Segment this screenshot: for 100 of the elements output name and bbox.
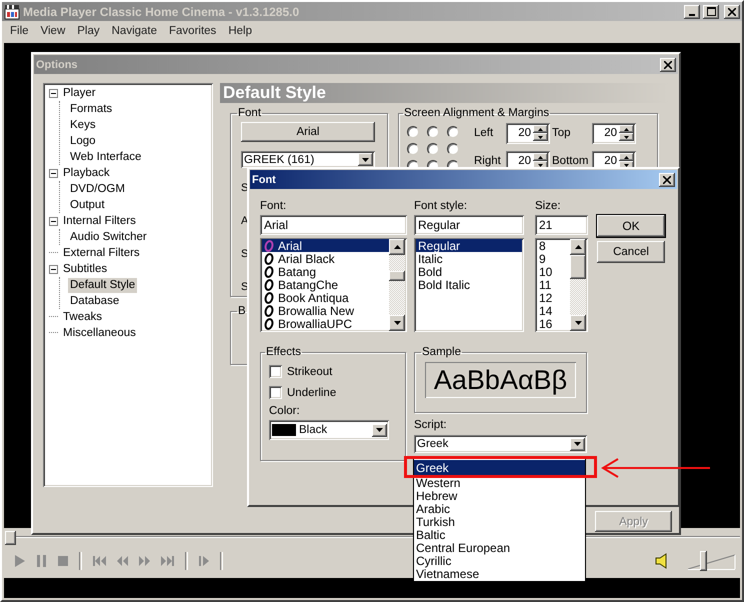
font-list-item[interactable]: Book Antiqua: [262, 291, 389, 304]
script-option[interactable]: Western: [414, 477, 585, 490]
font-size-item[interactable]: 14: [537, 304, 570, 317]
volume-slider[interactable]: [688, 551, 736, 571]
font-list-item[interactable]: Batang: [262, 265, 389, 278]
font-size-item[interactable]: 9: [537, 252, 570, 265]
menu-item[interactable]: Help: [222, 25, 258, 37]
position-radio[interactable]: [447, 143, 459, 155]
font-button[interactable]: Arial: [241, 122, 375, 142]
font-size-item[interactable]: 12: [537, 291, 570, 304]
checkbox[interactable]: [269, 386, 282, 399]
margin-label: Right: [473, 155, 502, 167]
tree-item[interactable]: Miscellaneous: [61, 326, 138, 340]
field-label: Color:: [269, 405, 301, 418]
close-button[interactable]: [659, 172, 675, 186]
font-style-item[interactable]: Regular: [416, 239, 522, 252]
tree-item[interactable]: Formats: [68, 102, 114, 116]
menu-item[interactable]: Play: [71, 25, 106, 37]
up-arrow-icon: [574, 245, 582, 249]
charset-dropdown[interactable]: GREEK (161): [241, 151, 375, 168]
menu-item[interactable]: View: [34, 25, 72, 37]
menu-item[interactable]: Navigate: [106, 25, 164, 37]
position-radio[interactable]: [427, 126, 439, 138]
color-dropdown[interactable]: Black: [269, 420, 389, 440]
minimize-icon: [689, 14, 695, 16]
font-list-item[interactable]: Arial Black: [262, 252, 389, 265]
font-size-item[interactable]: 10: [537, 265, 570, 278]
font-list-item[interactable]: Arial: [262, 239, 389, 252]
scrollbar[interactable]: [570, 239, 586, 331]
collapse-icon[interactable]: [49, 264, 58, 274]
script-option[interactable]: Baltic: [414, 529, 585, 542]
collapse-icon[interactable]: [49, 88, 58, 98]
position-radio[interactable]: [407, 143, 419, 155]
menu-item[interactable]: Favorites: [163, 25, 222, 37]
font-type-icon: [264, 292, 274, 304]
volume-thumb[interactable]: [700, 551, 708, 571]
font-list-item[interactable]: Browallia New: [262, 304, 389, 317]
seek-thumb[interactable]: [5, 531, 16, 545]
tree-item[interactable]: Audio Switcher: [68, 230, 149, 244]
tree-item[interactable]: Player: [61, 86, 98, 100]
font-size-field[interactable]: 21: [535, 215, 588, 235]
checkbox[interactable]: [269, 365, 282, 378]
position-radio[interactable]: [407, 126, 419, 138]
script-option[interactable]: Turkish: [414, 516, 585, 529]
up-arrow-icon: [538, 128, 543, 130]
font-list-item[interactable]: BrowalliaUPC: [262, 317, 389, 330]
checkbox-label: Strikeout: [287, 366, 332, 378]
down-arrow-icon: [624, 164, 629, 166]
font-size-item[interactable]: 8: [537, 239, 570, 252]
font-type-icon: [264, 278, 274, 290]
font-list-item[interactable]: BatangChe: [262, 278, 389, 291]
tree-item[interactable]: Internal Filters: [61, 214, 138, 228]
tree-item[interactable]: Keys: [68, 118, 98, 132]
script-option[interactable]: Vietnamese: [414, 568, 585, 581]
script-option[interactable]: Cyrillic: [414, 555, 585, 568]
font-style-item[interactable]: Italic: [416, 252, 522, 265]
scroll-thumb[interactable]: [389, 271, 405, 281]
ok-button[interactable]: OK: [597, 215, 665, 237]
up-arrow-icon: [624, 156, 629, 158]
tree-item[interactable]: Playback: [61, 166, 112, 180]
scroll-thumb[interactable]: [570, 255, 586, 279]
cancel-button[interactable]: Cancel: [597, 241, 665, 263]
position-radio[interactable]: [447, 126, 459, 138]
field-label: Font style:: [414, 200, 468, 213]
dialog-title: Font: [252, 174, 276, 186]
position-radio[interactable]: [427, 143, 439, 155]
tree-item[interactable]: DVD/OGM: [68, 182, 127, 196]
font-name-field[interactable]: Arial: [260, 215, 407, 235]
group-title: Screen Alignment & Margins: [403, 107, 550, 119]
font-style-item[interactable]: Bold: [416, 265, 522, 278]
script-option[interactable]: Hebrew: [414, 490, 585, 503]
menu-item[interactable]: File: [4, 25, 35, 37]
script-option[interactable]: Greek: [414, 460, 585, 476]
down-arrow-icon: [624, 136, 629, 138]
maximize-icon: [706, 7, 716, 16]
collapse-icon[interactable]: [49, 216, 58, 226]
tree-item[interactable]: Output: [68, 198, 107, 212]
script-option[interactable]: Arabic: [414, 503, 585, 516]
script-dropdown[interactable]: Greek: [414, 435, 587, 453]
up-arrow-icon: [538, 156, 543, 158]
tree-item[interactable]: External Filters: [61, 246, 142, 260]
margin-spinbox[interactable]: 20: [592, 122, 636, 144]
up-arrow-icon: [624, 128, 629, 130]
speaker-icon[interactable]: [655, 553, 669, 569]
tree-item[interactable]: Subtitles: [61, 262, 110, 276]
font-size-item[interactable]: 11: [537, 278, 570, 291]
font-style-item[interactable]: Bold Italic: [416, 278, 522, 291]
font-type-icon: [264, 304, 274, 316]
font-style-field[interactable]: Regular: [414, 215, 524, 235]
tree-item[interactable]: Logo: [68, 134, 98, 148]
tree-item[interactable]: Default Style: [68, 278, 138, 292]
tree-item[interactable]: Tweaks: [61, 310, 104, 324]
caret-icon: [362, 158, 369, 162]
collapse-icon[interactable]: [49, 168, 58, 178]
tree-item[interactable]: Web Interface: [68, 150, 144, 164]
script-option[interactable]: Central European: [414, 542, 585, 555]
margin-spinbox[interactable]: 20: [506, 122, 550, 144]
tree-item[interactable]: Database: [68, 294, 122, 308]
scrollbar[interactable]: [389, 239, 405, 331]
font-size-item[interactable]: 16: [537, 317, 570, 330]
